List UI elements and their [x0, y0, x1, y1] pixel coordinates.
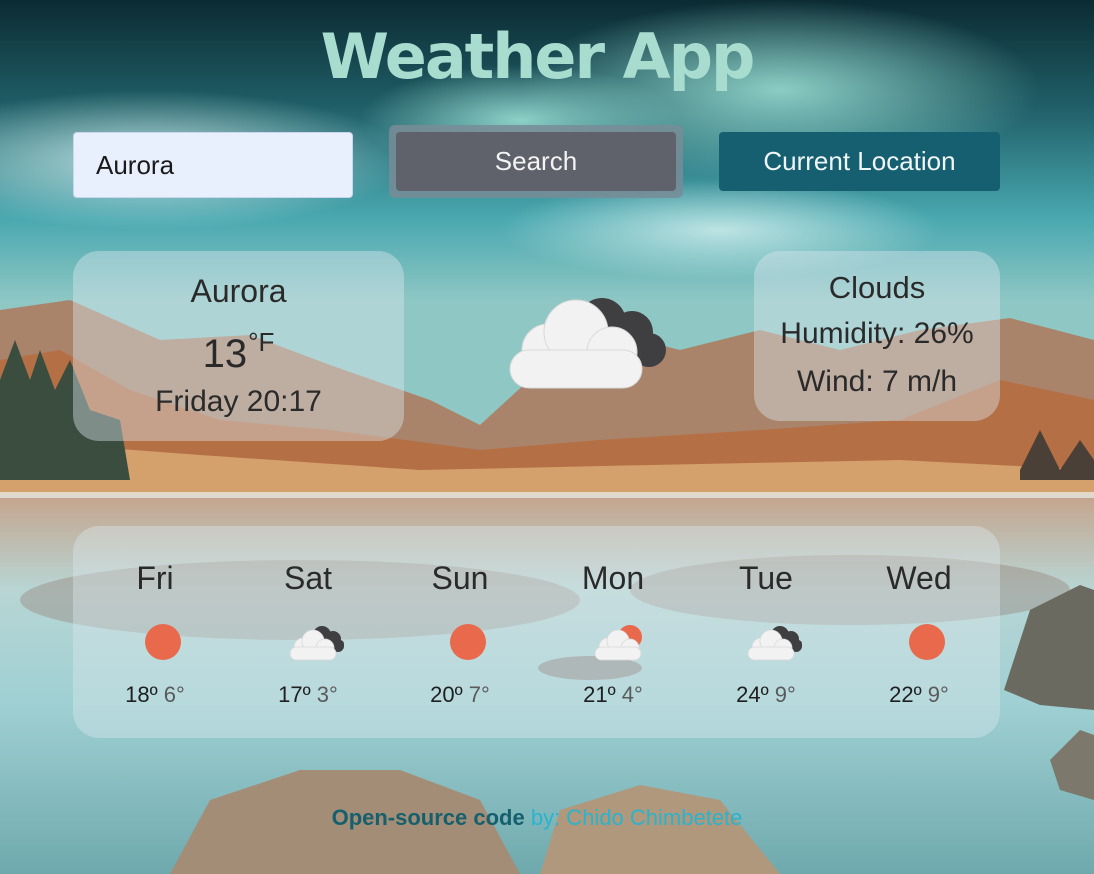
- forecast-min: 6°: [163, 682, 185, 707]
- forecast-day-name: Sun: [431, 560, 489, 596]
- forecast-day: Sat 17º 3°: [231, 526, 385, 738]
- author-credit: by: Chido Chimbetete: [524, 805, 743, 830]
- forecast-panel: Fri 18º 6° Sat 17º 3° Sun 20º 7° Mon 21º…: [73, 526, 1000, 738]
- broken-clouds-icon: [747, 626, 802, 661]
- broken-clouds-icon: [289, 626, 344, 661]
- forecast-temps: 22º 9°: [842, 682, 996, 708]
- current-location-button[interactable]: Current Location: [719, 132, 1000, 191]
- app-title: Weather App: [320, 20, 756, 93]
- current-weather-card: Aurora 13°F Friday 20:17: [73, 251, 404, 441]
- partly-cloudy-icon: [594, 625, 642, 661]
- humidity-value: Humidity: 26%: [780, 317, 974, 350]
- footer: Open-source code by: Chido Chimbetete: [0, 805, 1074, 831]
- temperature-unit-toggle[interactable]: °F: [248, 327, 274, 357]
- forecast-min: 9°: [774, 682, 796, 707]
- broken-clouds-icon: [509, 298, 666, 389]
- sun-icon: [450, 624, 486, 660]
- forecast-day: Mon 21º 4°: [536, 526, 690, 738]
- forecast-day-name: Wed: [886, 560, 952, 596]
- weather-description: Clouds: [828, 270, 926, 305]
- forecast-temps: 21º 4°: [536, 682, 690, 708]
- forecast-max: 24º: [736, 682, 769, 707]
- forecast-day-name: Tue: [739, 560, 793, 596]
- conditions-card: Clouds Humidity: 26% Wind: 7 m/h: [754, 251, 1000, 421]
- wind-value: Wind: 7 m/h: [796, 365, 958, 398]
- forecast-temps: 20º 7°: [383, 682, 537, 708]
- forecast-day: Wed 22º 9°: [842, 526, 996, 738]
- city-search-input[interactable]: [73, 132, 353, 198]
- forecast-max: 17º: [278, 682, 311, 707]
- forecast-day: Tue 24º 9°: [689, 526, 843, 738]
- sun-icon: [145, 624, 181, 660]
- forecast-temps: 17º 3°: [231, 682, 385, 708]
- search-button[interactable]: Search: [396, 132, 676, 191]
- forecast-max: 22º: [889, 682, 922, 707]
- forecast-max: 20º: [430, 682, 463, 707]
- forecast-min: 3°: [316, 682, 338, 707]
- current-temperature: 13°F: [73, 327, 404, 377]
- forecast-temps: 18º 6°: [78, 682, 232, 708]
- forecast-max: 21º: [583, 682, 616, 707]
- current-datetime: Friday 20:17: [155, 385, 322, 418]
- forecast-min: 7°: [468, 682, 490, 707]
- forecast-day-name: Mon: [581, 560, 645, 596]
- search-button-focus-ring: Search: [389, 125, 683, 198]
- temperature-value: 13: [202, 332, 248, 376]
- forecast-min: 9°: [927, 682, 949, 707]
- forecast-min: 4°: [621, 682, 643, 707]
- forecast-temps: 24º 9°: [689, 682, 843, 708]
- sun-icon: [909, 624, 945, 660]
- city-name: Aurora: [190, 273, 287, 309]
- forecast-day: Fri 18º 6°: [78, 526, 232, 738]
- forecast-day-name: Sat: [283, 560, 333, 596]
- open-source-link[interactable]: Open-source code: [332, 805, 525, 830]
- forecast-day-name: Fri: [136, 560, 174, 596]
- forecast-day: Sun 20º 7°: [383, 526, 537, 738]
- forecast-max: 18º: [125, 682, 158, 707]
